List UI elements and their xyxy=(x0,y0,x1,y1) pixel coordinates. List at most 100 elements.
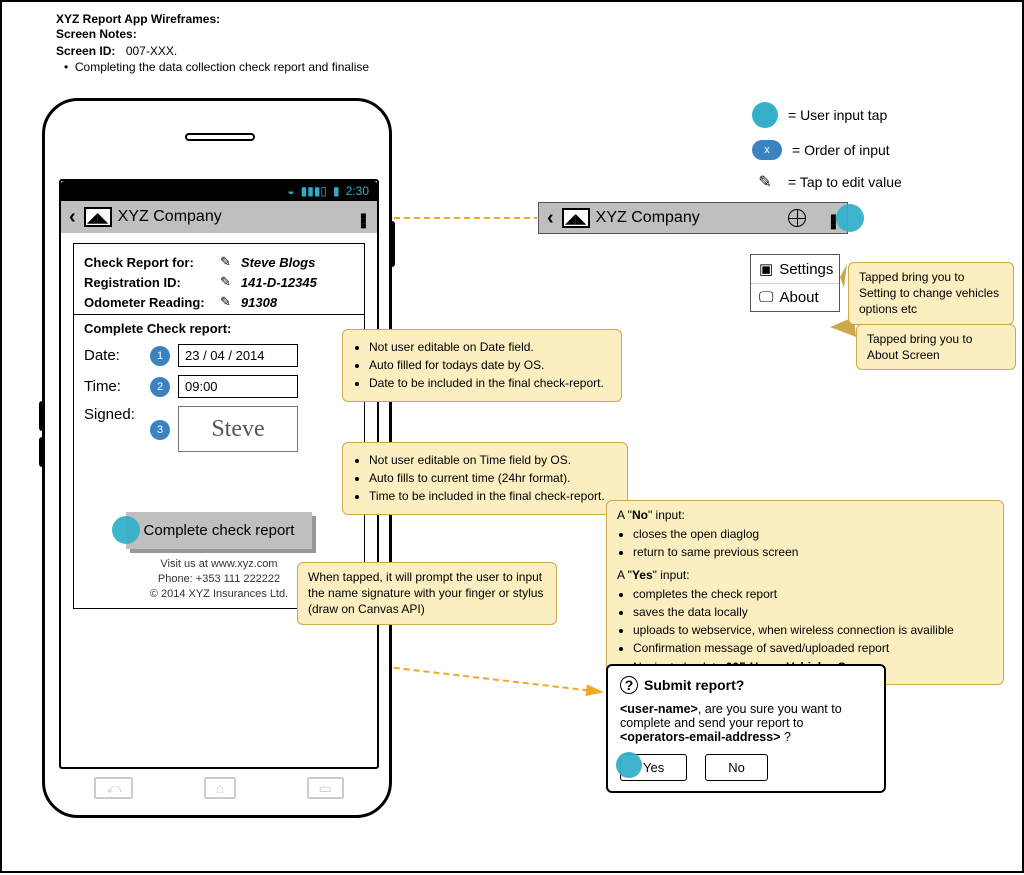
label-reg: Registration ID: xyxy=(84,275,214,290)
legend-tap-label: = User input tap xyxy=(788,107,887,123)
value-odo: 91308 xyxy=(241,295,277,310)
dialog-email-token: <operators-email-address> xyxy=(620,730,781,744)
tap-indicator xyxy=(836,204,864,232)
phone-vol-down xyxy=(39,437,45,467)
app-title-2: XYZ Company xyxy=(596,209,700,227)
legend-pencil-label: = Tap to edit value xyxy=(788,174,902,190)
callout-time-b2: Auto fills to current time (24hr format)… xyxy=(369,470,617,486)
logo-icon: ◢◣ xyxy=(84,207,112,227)
screen-content: Check Report for: Steve Blogs Registratio… xyxy=(61,233,377,619)
overflow-menu: ▣ Settings 🖵 About xyxy=(750,254,840,312)
callout-date: Not user editable on Date field. Auto fi… xyxy=(342,329,622,402)
signature-canvas[interactable]: Steve xyxy=(178,406,298,452)
app-title: XYZ Company xyxy=(118,208,222,226)
nav-back-icon[interactable]: ⤺ xyxy=(94,777,133,799)
order-1-badge: 1 xyxy=(150,346,170,366)
callout-time: Not user editable on Time field by OS. A… xyxy=(342,442,628,515)
callout-time-b1: Not user editable on Time field by OS. xyxy=(369,452,617,468)
header-line-2: Screen Notes: xyxy=(56,27,137,41)
submit-no-b2: return to same previous screen xyxy=(633,544,993,560)
submit-dialog: ? Submit report? <user-name>, are you sur… xyxy=(606,664,886,793)
menu-about-label: About xyxy=(779,289,818,306)
dialog-title: Submit report? xyxy=(644,677,744,693)
menu-settings-label: Settings xyxy=(779,261,833,278)
pencil-icon[interactable] xyxy=(220,254,235,270)
submit-yes-b1: completes the check report xyxy=(633,586,993,602)
callout-date-b1: Not user editable on Date field. xyxy=(369,339,611,355)
signal-icon: ▮▮▮▯ xyxy=(301,184,327,198)
signed-label: Signed: xyxy=(84,406,142,423)
order-3-badge: 3 xyxy=(150,420,170,440)
status-time: 2:30 xyxy=(346,184,369,198)
label-odo: Odometer Reading: xyxy=(84,295,214,310)
globe-icon[interactable] xyxy=(788,209,806,227)
submit-yes-b3: uploads to webservice, when wireless con… xyxy=(633,622,993,638)
time-field[interactable] xyxy=(178,375,298,398)
nav-recent-icon[interactable]: ▭ xyxy=(307,777,344,799)
callout-date-b2: Auto filled for todays date by OS. xyxy=(369,357,611,373)
legend-order-label: = Order of input xyxy=(792,142,890,158)
date-field[interactable] xyxy=(178,344,298,367)
screen-id-label: Screen ID: xyxy=(56,44,115,58)
value-reg: 141-D-12345 xyxy=(241,275,317,290)
phone-screen: ◒ ▮▮▮▯ ▮ 2:30 ‹ ◢◣ XYZ Company ▪▪▪ Check… xyxy=(59,179,379,769)
submit-yes-b2: saves the data locally xyxy=(633,604,993,620)
header-line-1: XYZ Report App Wireframes: xyxy=(56,12,220,26)
dialog-body-text2: ? xyxy=(781,730,791,744)
dialog-username-token: <user-name> xyxy=(620,702,698,716)
report-card: Check Report for: Steve Blogs Registratio… xyxy=(73,243,365,609)
callout-submit: A "No" input: closes the open diaglog re… xyxy=(606,500,1004,685)
battery-icon: ▮ xyxy=(333,184,340,198)
pencil-icon[interactable] xyxy=(220,294,235,310)
dialog-no-button[interactable]: No xyxy=(705,754,768,781)
submit-no-b1: closes the open diaglog xyxy=(633,526,993,542)
section-title: Complete Check report: xyxy=(84,321,354,336)
picture-icon: ▣ xyxy=(759,260,773,278)
phone-frame: ◒ ▮▮▮▯ ▮ 2:30 ‹ ◢◣ XYZ Company ▪▪▪ Check… xyxy=(42,98,392,818)
tap-indicator xyxy=(616,752,642,778)
pencil-icon[interactable] xyxy=(220,274,235,290)
submit-yes-heading: A "Yes" input: xyxy=(617,567,993,583)
complete-report-button[interactable]: Complete check report xyxy=(126,512,313,549)
logo-icon: ◢◣ xyxy=(562,208,590,228)
phone-vol-up xyxy=(39,401,45,431)
legend-order-icon: x xyxy=(752,140,782,160)
label-for: Check Report for: xyxy=(84,255,214,270)
header-bullet: • Completing the data collection check r… xyxy=(64,60,369,74)
divider xyxy=(74,314,364,315)
wifi-icon: ◒ xyxy=(287,184,294,198)
dialog-body: <user-name>, are you sure you want to co… xyxy=(620,702,872,744)
legend: = User input tap x = Order of input ✎ = Ta… xyxy=(752,102,1002,204)
header-bullet-text: Completing the data collection check rep… xyxy=(75,60,369,74)
nav-home-icon[interactable]: ⌂ xyxy=(204,777,236,799)
back-chevron-icon[interactable]: ‹ xyxy=(545,208,556,228)
status-bar: ◒ ▮▮▮▯ ▮ 2:30 xyxy=(61,181,377,201)
legend-tap-icon xyxy=(752,102,778,128)
submit-no-heading: A "No" input: xyxy=(617,507,993,523)
legend-pencil-icon: ✎ xyxy=(752,172,778,192)
time-label: Time: xyxy=(84,378,142,395)
monitor-icon: 🖵 xyxy=(759,289,773,306)
overflow-menu-icon[interactable]: ▪▪▪ xyxy=(360,210,371,225)
question-icon: ? xyxy=(620,676,638,694)
screen-id-value: 007-XXX. xyxy=(126,44,177,58)
menu-settings[interactable]: ▣ Settings xyxy=(751,255,839,283)
phone-power-button xyxy=(389,221,395,267)
menu-about[interactable]: 🖵 About xyxy=(751,283,839,311)
submit-yes-b4: Confirmation message of saved/uploaded r… xyxy=(633,640,993,656)
header-line-3: Screen ID: 007-XXX. xyxy=(56,42,177,60)
callout-date-b3: Date to be included in the final check-r… xyxy=(369,375,611,391)
callout-signature: When tapped, it will prompt the user to … xyxy=(297,562,557,625)
secondary-titlebar: ‹ ◢◣ XYZ Company ▪▪▪ xyxy=(538,202,848,234)
callout-settings: Tapped bring you to Setting to change ve… xyxy=(848,262,1014,325)
tap-indicator xyxy=(112,516,140,544)
order-2-badge: 2 xyxy=(150,377,170,397)
callout-about: Tapped bring you to About Screen xyxy=(856,324,1016,370)
date-label: Date: xyxy=(84,347,142,364)
android-nav-bar: ⤺ ⌂ ▭ xyxy=(59,771,379,805)
phone-speaker xyxy=(185,133,255,141)
callout-time-b3: Time to be included in the final check-r… xyxy=(369,488,617,504)
value-for: Steve Blogs xyxy=(241,255,315,270)
back-chevron-icon[interactable]: ‹ xyxy=(67,207,78,227)
phone-titlebar: ‹ ◢◣ XYZ Company ▪▪▪ xyxy=(61,201,377,233)
